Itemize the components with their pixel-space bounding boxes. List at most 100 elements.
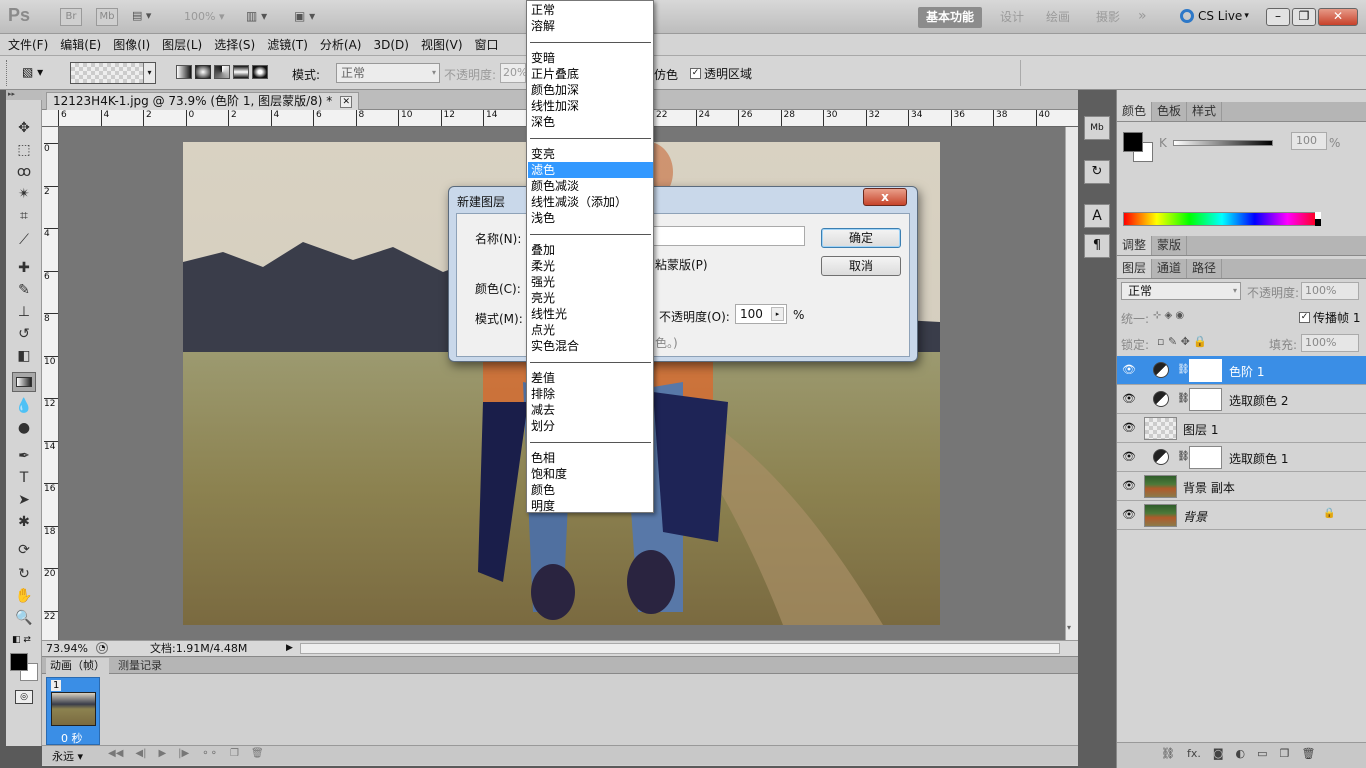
shape-tool-icon[interactable]: ✱ bbox=[12, 512, 36, 532]
zoom-tool-icon[interactable]: 🔍 bbox=[12, 608, 36, 628]
tab-styles[interactable]: 样式 bbox=[1187, 102, 1223, 121]
panel-foreground-swatch[interactable] bbox=[1123, 132, 1143, 152]
bridge-button[interactable]: Br bbox=[60, 8, 82, 26]
opacity-slider-toggle-icon[interactable]: ▸ bbox=[771, 307, 784, 321]
tween-icon[interactable]: ⚬⚬ bbox=[201, 748, 218, 759]
blend-mode-hard-light[interactable]: 强光 bbox=[528, 274, 653, 290]
blend-mode-color-dodge[interactable]: 颜色减淡 bbox=[528, 178, 653, 194]
arrange-documents-button[interactable]: ▥ ▾ bbox=[246, 9, 267, 23]
blend-mode-linear-burn[interactable]: 线性加深 bbox=[528, 98, 653, 114]
ok-button[interactable]: 确定 bbox=[821, 228, 901, 248]
cancel-button[interactable]: 取消 bbox=[821, 256, 901, 276]
eyedropper-tool-icon[interactable]: ⟋ bbox=[12, 230, 36, 250]
visibility-eye-icon[interactable]: 👁 bbox=[1121, 479, 1137, 493]
blend-mode-color-burn[interactable]: 颜色加深 bbox=[528, 82, 653, 98]
zoom-level-select[interactable]: 100% ▾ bbox=[184, 10, 234, 23]
marquee-tool-icon[interactable]: ⬚ bbox=[12, 140, 36, 160]
play-icon[interactable]: ▶ bbox=[158, 748, 166, 759]
delete-layer-icon[interactable]: 🗑 bbox=[1301, 747, 1315, 760]
type-tool-icon[interactable]: T bbox=[12, 468, 36, 488]
next-frame-icon[interactable]: |▶ bbox=[178, 748, 189, 759]
tool-preset-picker[interactable]: ▧ ▾ bbox=[22, 65, 60, 81]
animation-frame[interactable]: 1 0 秒 bbox=[46, 677, 100, 745]
layer-thumbnail[interactable] bbox=[1144, 417, 1177, 440]
link-layers-icon[interactable]: ⛓ bbox=[1161, 747, 1175, 760]
tab-masks[interactable]: 蒙版 bbox=[1152, 236, 1188, 255]
blend-mode-screen[interactable]: 滤色 bbox=[528, 162, 653, 178]
visibility-eye-icon[interactable]: 👁 bbox=[1121, 421, 1137, 435]
new-group-icon[interactable]: ▭ bbox=[1257, 747, 1267, 760]
blur-tool-icon[interactable]: 💧 bbox=[12, 396, 36, 416]
layer-row-levels-1[interactable]: 👁 ⛓ 色阶 1 bbox=[1117, 356, 1366, 385]
pen-tool-icon[interactable]: ✒ bbox=[12, 446, 36, 466]
close-document-icon[interactable]: ✕ bbox=[340, 95, 353, 108]
menu-layer[interactable]: 图层(L) bbox=[156, 34, 208, 56]
menu-select[interactable]: 选择(S) bbox=[208, 34, 261, 56]
new-layer-icon[interactable]: ❐ bbox=[1280, 747, 1290, 760]
blend-mode-vivid-light[interactable]: 亮光 bbox=[528, 290, 653, 306]
name-input[interactable] bbox=[653, 226, 805, 246]
tab-swatches[interactable]: 色板 bbox=[1152, 102, 1188, 121]
cs-live-button[interactable]: CS Live ▾ bbox=[1180, 9, 1249, 23]
healing-brush-tool-icon[interactable]: ✚ bbox=[12, 258, 36, 278]
transparency-checkbox[interactable]: ✓ 透明区域 bbox=[690, 65, 752, 82]
blend-mode-linear-light[interactable]: 线性光 bbox=[528, 306, 653, 322]
blend-mode-normal[interactable]: 正常 bbox=[528, 2, 653, 18]
dodge-tool-icon[interactable]: ● bbox=[12, 418, 36, 438]
3d-orbit-tool-icon[interactable]: ↻ bbox=[12, 564, 36, 584]
view-extras-button[interactable]: ▤ ▾ bbox=[132, 9, 172, 25]
blend-mode-darken[interactable]: 变暗 bbox=[528, 50, 653, 66]
visibility-eye-icon[interactable]: 👁 bbox=[1121, 450, 1137, 464]
lock-icons[interactable]: ▫ ✎ ✥ 🔒 bbox=[1157, 335, 1207, 348]
blend-mode-color[interactable]: 颜色 bbox=[528, 482, 653, 498]
move-tool-icon[interactable]: ✥ bbox=[12, 118, 36, 138]
workspace-photography[interactable]: 摄影 bbox=[1088, 7, 1128, 28]
layer-mask-thumbnail[interactable] bbox=[1189, 446, 1222, 469]
quick-mask-icon[interactable]: ◎ bbox=[15, 690, 33, 704]
eraser-tool-icon[interactable]: ◧ bbox=[12, 346, 36, 366]
blend-mode-luminosity[interactable]: 明度 bbox=[528, 498, 653, 514]
character-panel-icon[interactable]: A bbox=[1084, 204, 1110, 228]
blend-mode-linear-dodge[interactable]: 线性减淡（添加） bbox=[528, 194, 653, 210]
blend-mode-darker-color[interactable]: 深色 bbox=[528, 114, 653, 130]
menu-3d[interactable]: 3D(D) bbox=[367, 34, 414, 56]
menu-window[interactable]: 窗口 bbox=[469, 34, 505, 56]
blend-mode-divide[interactable]: 划分 bbox=[528, 418, 653, 434]
visibility-eye-icon[interactable]: 👁 bbox=[1121, 363, 1137, 377]
close-window-button[interactable]: ✕ bbox=[1318, 8, 1358, 26]
mini-bridge-button[interactable]: Mb bbox=[96, 8, 118, 26]
path-selection-tool-icon[interactable]: ➤ bbox=[12, 490, 36, 510]
menu-image[interactable]: 图像(I) bbox=[107, 34, 156, 56]
layer-row-selective-color-1[interactable]: 👁 ⛓ 选取颜色 1 bbox=[1117, 443, 1366, 472]
more-workspaces-icon[interactable]: » bbox=[1138, 8, 1147, 24]
angle-gradient-button[interactable] bbox=[214, 65, 230, 79]
mini-bridge-panel-icon[interactable]: Mb bbox=[1084, 116, 1110, 140]
tab-measurement-log[interactable]: 测量记录 bbox=[114, 658, 166, 674]
tab-adjustments[interactable]: 调整 bbox=[1117, 236, 1153, 255]
k-input[interactable]: 100 bbox=[1291, 132, 1327, 150]
first-frame-icon[interactable]: ◀◀ bbox=[108, 748, 123, 759]
screen-mode-button[interactable]: ▣ ▾ bbox=[294, 9, 315, 23]
frame-delay[interactable]: 0 秒 bbox=[61, 730, 83, 746]
duplicate-frame-icon[interactable]: ❐ bbox=[230, 748, 239, 759]
blend-mode-difference[interactable]: 差值 bbox=[528, 370, 653, 386]
blend-mode-saturation[interactable]: 饱和度 bbox=[528, 466, 653, 482]
layer-thumbnail[interactable] bbox=[1144, 475, 1177, 498]
brush-tool-icon[interactable]: ✎ bbox=[12, 280, 36, 300]
workspace-essentials[interactable]: 基本功能 bbox=[918, 7, 983, 28]
blend-mode-subtract[interactable]: 减去 bbox=[528, 402, 653, 418]
new-adjustment-icon[interactable]: ◐ bbox=[1236, 747, 1246, 760]
layer-mask-thumbnail[interactable] bbox=[1189, 359, 1222, 382]
menu-filter[interactable]: 滤镜(T) bbox=[261, 34, 314, 56]
unify-icons[interactable]: ⊹ ◈ ◉ bbox=[1153, 310, 1184, 321]
clone-stamp-tool-icon[interactable]: ⊥ bbox=[12, 302, 36, 322]
lasso-tool-icon[interactable]: ꝏ bbox=[12, 162, 36, 182]
document-tab[interactable]: 12123H4K-1.jpg @ 73.9% (色阶 1, 图层蒙版/8) * … bbox=[46, 92, 360, 110]
k-slider[interactable] bbox=[1173, 140, 1273, 146]
tab-animation[interactable]: 动画（帧） bbox=[46, 658, 109, 674]
link-mask-icon[interactable]: ⛓ bbox=[1177, 393, 1190, 404]
blend-mode-lighten[interactable]: 变亮 bbox=[528, 146, 653, 162]
tab-channels[interactable]: 通道 bbox=[1152, 259, 1188, 278]
visibility-eye-icon[interactable]: 👁 bbox=[1121, 392, 1137, 406]
blend-mode-hue[interactable]: 色相 bbox=[528, 450, 653, 466]
